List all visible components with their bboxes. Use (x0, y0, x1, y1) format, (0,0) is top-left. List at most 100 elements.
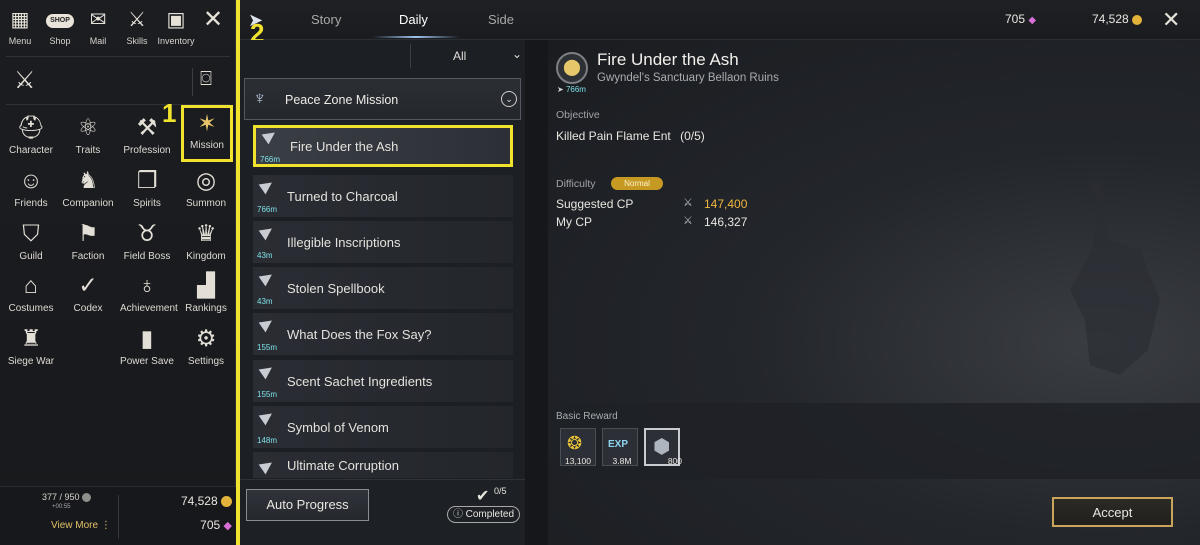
menu-guild[interactable]: ⛉ Guild (4, 218, 58, 262)
menu-kingdom[interactable]: ♛ Kingdom (179, 218, 233, 262)
summon-icon: ◎ (195, 167, 217, 193)
reward-exp-amount: 3.8M (612, 456, 632, 466)
quest-item[interactable]: 43m Illegible Inscriptions (253, 221, 513, 263)
quest-direction-icon: 43m (257, 223, 287, 260)
menu-companion[interactable]: ♞ Companion (61, 165, 115, 209)
quest-item[interactable]: 43m Stolen Spellbook (253, 267, 513, 309)
gem-icon: ◆ (223, 520, 232, 532)
quest-item[interactable]: 155m What Does the Fox Say? (253, 313, 513, 355)
character-icon: ⛑ (16, 114, 46, 140)
tab-daily[interactable]: Daily (399, 12, 428, 27)
power-save-icon: ▮ (140, 325, 154, 351)
checkmark-icon: ✔ (476, 488, 490, 505)
menu-siege-war[interactable]: ♜ Siege War (4, 323, 58, 367)
accept-button[interactable]: Accept (1052, 497, 1173, 527)
difficulty-label: Difficulty (556, 178, 596, 190)
skills-icon: ⚔ (128, 9, 146, 31)
weight-icon (82, 493, 92, 503)
quest-item[interactable]: 155m Scent Sachet Ingredients (253, 360, 513, 402)
main-menu-panel: ▦ Menu SHOP Shop ✉ Mail ⚔ Skills ▣ Inven… (0, 0, 236, 545)
reward-gold-amount: 13,100 (565, 456, 591, 466)
skills-button[interactable]: ⚔ Skills (117, 8, 157, 46)
costumes-icon: ⌂ (24, 272, 38, 298)
quest-item[interactable]: 766m Fire Under the Ash (253, 125, 513, 167)
mission-header-bar (240, 0, 1200, 40)
menu-spirits[interactable]: ❐ Spirits (120, 165, 174, 209)
menu-summon[interactable]: ◎ Summon (179, 165, 233, 209)
quest-direction-icon: 155m (257, 315, 287, 352)
quest-item[interactable]: 766m Turned to Charcoal (253, 175, 513, 217)
inventory-icon: ▣ (166, 9, 186, 31)
gem-amount: 705 (200, 518, 221, 532)
peace-zone-icon: ♆ (253, 88, 267, 108)
category-header[interactable]: ♆ Peace Zone Mission ⌄ (244, 78, 521, 120)
quest-item[interactable]: 148m Symbol of Venom (253, 406, 513, 448)
menu-costumes[interactable]: ⌂ Costumes (4, 270, 58, 314)
achievement-icon: ♁ (138, 272, 156, 298)
direction-arrow-icon: ➤ (557, 85, 564, 94)
collapse-chevron-icon[interactable]: ⌄ (501, 91, 517, 107)
quest-direction-icon: 43m (257, 269, 287, 306)
menu-settings[interactable]: ⚙ Settings (179, 323, 233, 367)
menu-achievement[interactable]: ♁ Achievement (120, 270, 178, 314)
quest-direction-icon (257, 457, 287, 478)
menu-faction[interactable]: ⚑ Faction (61, 218, 115, 262)
mail-button[interactable]: ✉ Mail (78, 8, 118, 46)
quest-item[interactable]: Ultimate Corruption (253, 452, 513, 478)
filter-dropdown[interactable]: All ⌄ (410, 44, 530, 68)
background-silhouette (1070, 180, 1160, 375)
active-tab-indicator (373, 36, 459, 38)
completed-count: 0/5 (494, 486, 507, 496)
menu-mission[interactable]: ✶ Mission (181, 105, 233, 162)
objective-progress: (0/5) (680, 129, 705, 143)
spirits-icon: ❐ (136, 167, 158, 193)
mission-title: Fire Under the Ash (597, 50, 739, 69)
codex-icon: ✓ (78, 272, 98, 298)
mission-location: Gwyndel's Sanctuary Bellaon Ruins (597, 72, 779, 84)
settings-icon: ⚙ (195, 325, 217, 351)
objective-label: Objective (556, 109, 600, 121)
inventory-button[interactable]: ▣ Inventory (156, 8, 196, 46)
view-more-link[interactable]: View More ⋮ (51, 520, 111, 531)
quest-direction-icon: 766m (257, 177, 287, 214)
menu-power-save[interactable]: ▮ Power Save (120, 323, 174, 367)
grid-icon: ▦ (10, 9, 30, 31)
completed-button[interactable]: ⓘ Completed (447, 506, 520, 523)
menu-button[interactable]: ▦ Menu (0, 8, 40, 46)
gold-coin-icon (1132, 14, 1143, 25)
difficulty-badge: Normal (611, 177, 663, 190)
camera-icon[interactable]: ⌼ (200, 68, 212, 91)
close-icon[interactable]: ✕ (1162, 7, 1180, 33)
field-boss-icon: ♉ (136, 220, 158, 246)
my-cp-label: My CP (556, 215, 592, 229)
info-icon: ⓘ (453, 509, 463, 520)
auto-progress-button[interactable]: Auto Progress (246, 489, 369, 521)
menu-rankings[interactable]: ▟ Rankings (179, 270, 233, 314)
exp-icon: EXP (608, 439, 629, 450)
menu-codex[interactable]: ✓ Codex (61, 270, 115, 314)
rankings-icon: ▟ (197, 272, 215, 298)
close-menu-icon[interactable]: ✕ (203, 8, 223, 32)
weight-timer: +00:55 (52, 504, 71, 510)
mission-icon: ✶ (197, 110, 217, 136)
quick-slot-icon[interactable]: ⚔ (14, 66, 36, 95)
reward-crystal-amount: 800 (667, 456, 682, 466)
reward-label: Basic Reward (556, 411, 618, 422)
header-gold-amount: 74,528 (1092, 12, 1129, 26)
menu-field-boss[interactable]: ♉ Field Boss (120, 218, 174, 262)
menu-traits[interactable]: ⚛ Traits (61, 112, 115, 156)
faction-icon: ⚑ (77, 220, 99, 246)
suggested-cp-label: Suggested CP (556, 197, 634, 211)
weight-value: 377 / 950 (42, 492, 80, 502)
menu-character[interactable]: ⛑ Character (4, 112, 58, 156)
shop-icon: SHOP (40, 8, 80, 32)
menu-friends[interactable]: ☺ Friends (4, 165, 58, 209)
divider (118, 495, 119, 539)
detail-distance: 766m (565, 85, 586, 94)
tab-side[interactable]: Side (488, 12, 514, 27)
quest-direction-icon: 148m (257, 408, 287, 445)
cp-icon: ⚔ (683, 197, 693, 209)
shop-button[interactable]: SHOP Shop (40, 8, 80, 46)
menu-footer: 377 / 950 +00:55 View More ⋮ 74,528 705 … (0, 486, 236, 545)
tab-story[interactable]: Story (311, 12, 341, 27)
